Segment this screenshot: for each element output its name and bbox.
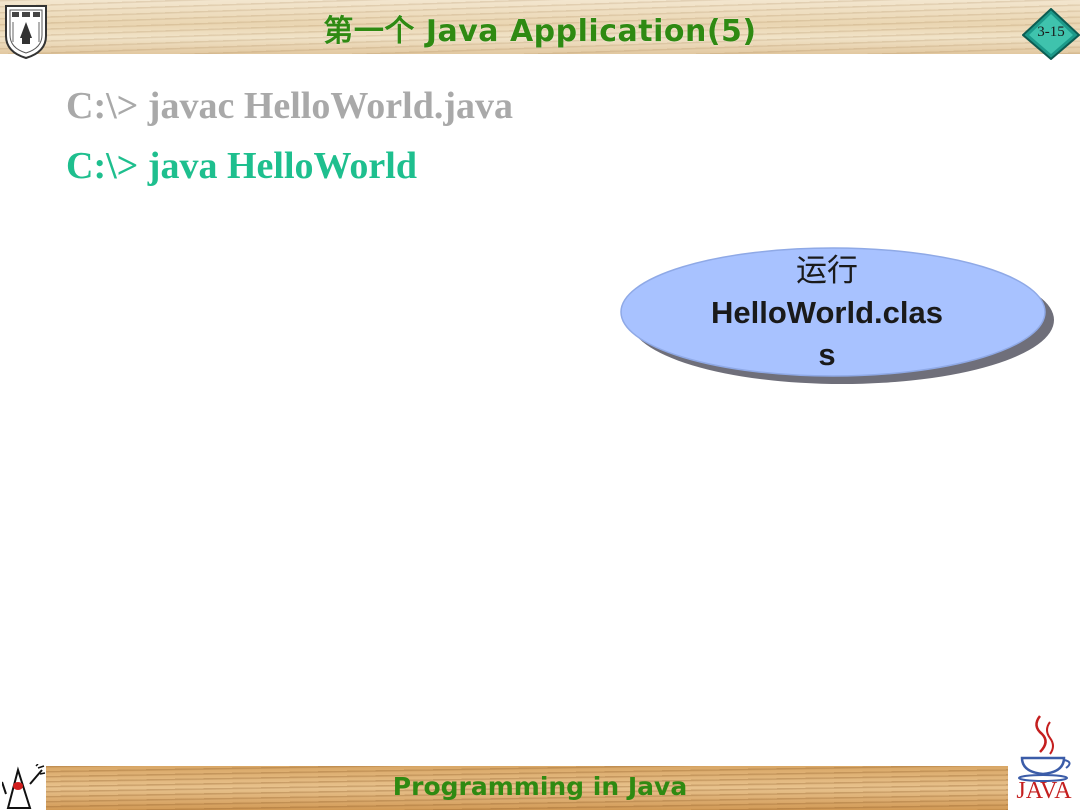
callout-line-1: 运行 — [796, 253, 858, 289]
page-number: 3-15 — [1037, 24, 1065, 40]
footer-title: Programming in Java — [392, 772, 688, 801]
java-logo-text: JAVA — [1016, 778, 1072, 804]
duke-mascot-icon — [2, 764, 46, 810]
command-javac: C:\> javac HelloWorld.java — [66, 85, 513, 127]
callout-text: 运行 HelloWorld.clas s — [612, 250, 1042, 376]
page-title: 第一个 Java Application(5) — [323, 14, 757, 49]
callout-line-3: s — [818, 337, 836, 372]
command-java: C:\> java HelloWorld — [66, 145, 417, 187]
callout-line-2: HelloWorld.clas — [711, 295, 943, 330]
